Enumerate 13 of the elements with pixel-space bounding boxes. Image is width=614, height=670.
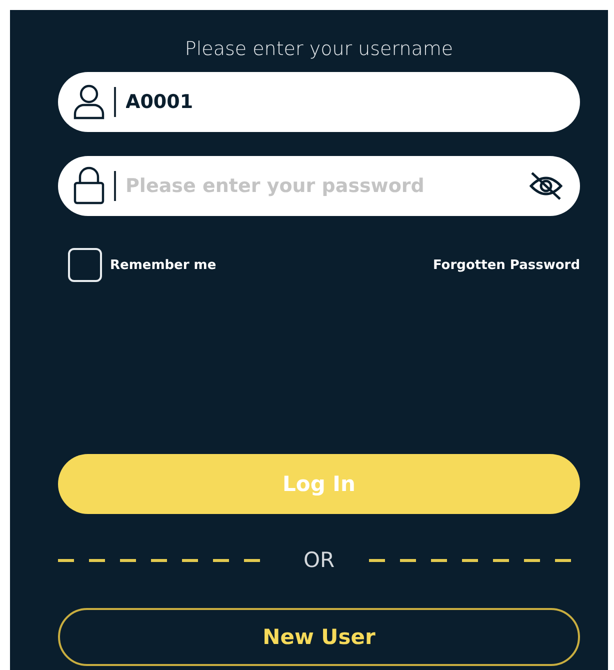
password-input[interactable]: Please enter your password	[126, 175, 528, 197]
or-label: OR	[303, 548, 335, 572]
username-field[interactable]: A0001	[58, 72, 580, 132]
new-user-button[interactable]: New User	[58, 608, 580, 666]
username-input[interactable]: A0001	[126, 91, 564, 113]
eye-slash-icon[interactable]	[528, 170, 564, 202]
lock-icon	[72, 166, 106, 206]
forgot-password-link[interactable]: Forgotten Password	[432, 258, 580, 272]
form-heading: Please enter your username	[184, 38, 454, 60]
password-field[interactable]: Please enter your password	[58, 156, 580, 216]
remember-checkbox[interactable]	[68, 248, 102, 282]
remember-label: Remember me	[110, 258, 216, 272]
person-icon	[72, 83, 106, 121]
